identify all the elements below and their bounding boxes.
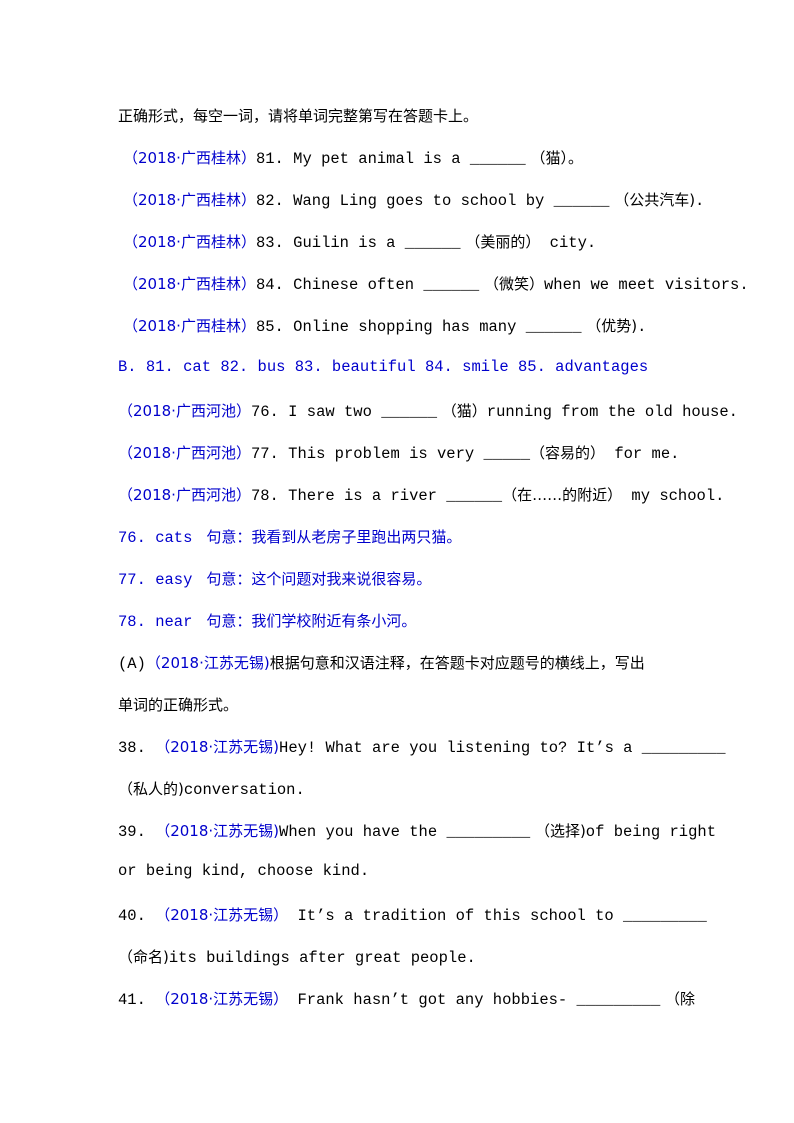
text-segment: 句意：这个问题对我来说很容易。 (206, 570, 432, 588)
text-line-wuxi-41: 41. （2018·江苏无锡） Frank hasn’t got any hob… (118, 988, 695, 1009)
text-segment: （选择) (530, 822, 586, 840)
text-segment: 84. Chinese often (255, 276, 424, 294)
text-segment: （2018·广西桂林） (123, 233, 256, 251)
text-line-guilin-84: （2018·广西桂林）84. Chinese often ______ （微笑）… (123, 273, 749, 294)
text-segment: city. (540, 234, 597, 252)
text-segment: 根据句意和汉语注释，在答题卡对应题号的横线上，写出 (269, 654, 645, 672)
text-segment: （2018·广西桂林） (123, 317, 256, 335)
answer-blank: ______ (446, 487, 503, 505)
text-segment: or being kind, choose kind. (118, 862, 370, 880)
text-segment: 39. (118, 823, 156, 841)
answer-blank: _________ (623, 907, 707, 925)
text-line-wuxi-40-cont: （命名)its buildings after great people. (118, 946, 476, 967)
text-segment: 正确形式，每空一词，请将单词完整第写在答题卡上。 (118, 107, 479, 125)
text-segment: （在……的附近） (502, 486, 623, 504)
text-line-guilin-answers: B. 81. cat 82. bus 83. beautiful 84. smi… (118, 358, 648, 376)
text-segment: （2018·广西河池） (118, 486, 251, 504)
text-segment: 41. (118, 991, 156, 1009)
text-segment: （2018·江苏无锡) (155, 738, 280, 756)
text-segment: 78. There is a river (250, 487, 447, 505)
text-segment: （美丽的） (460, 233, 541, 251)
text-segment: 76. I saw two (250, 403, 382, 421)
answer-blank: ______ (381, 403, 437, 421)
text-segment: Frank hasn’t got any hobbies- (288, 991, 577, 1009)
text-line-hechi-explain-78: 78. near 句意：我们学校附近有条小河。 (118, 610, 416, 631)
text-segment: （2018·江苏无锡） (155, 906, 289, 924)
text-segment: 85. Online shopping has many (255, 318, 526, 336)
text-segment: conversation. (183, 781, 305, 799)
text-segment: of being right (585, 823, 717, 841)
text-segment: （除 (660, 990, 696, 1008)
text-segment: 76. cats (118, 529, 193, 547)
answer-blank: _____ (483, 445, 531, 463)
text-segment: . (637, 318, 647, 336)
text-line-hechi-77: （2018·广西河池）77. This problem is very ____… (118, 442, 679, 463)
text-segment: 句意：我们学校附近有条小河。 (206, 612, 417, 630)
text-segment: （2018·江苏无锡) (145, 654, 270, 672)
answer-blank: _________ (641, 739, 726, 757)
text-segment: 38. (118, 739, 156, 757)
text-segment: （容易的） (530, 444, 606, 462)
text-line-hechi-78: （2018·广西河池）78. There is a river ______（在… (118, 484, 724, 505)
text-segment: B. 81. cat 82. bus 83. beautiful 84. smi… (118, 358, 649, 376)
text-segment: when we meet visitors. (543, 276, 749, 294)
text-segment: 句意：我看到从老房子里跑出两只猫。 (206, 528, 462, 546)
text-segment: my school. (622, 487, 725, 505)
text-segment: 单词的正确形式。 (118, 696, 239, 714)
text-line-guilin-85: （2018·广西桂林）85. Online shopping has many … (123, 315, 646, 336)
answer-blank: ______ (469, 150, 526, 168)
text-line-hechi-explain-77: 77. easy 句意：这个问题对我来说很容易。 (118, 568, 431, 589)
text-line-wuxi-38: 38. （2018·江苏无锡)Hey! What are you listeni… (118, 736, 726, 757)
answer-blank: ______ (404, 234, 461, 252)
text-segment: 77. easy (118, 571, 193, 589)
text-segment: . (695, 192, 705, 210)
text-segment: （2018·广西桂林） (123, 191, 256, 209)
text-line-wuxi-section-a-heading-cont: 单词的正确形式。 (118, 694, 238, 715)
text-segment: （私人的) (118, 780, 184, 798)
text-segment: （微笑） (479, 275, 544, 293)
text-segment: （命名) (118, 948, 169, 966)
text-segment: for me. (605, 445, 680, 463)
text-segment: Hey! What are you listening to? It’s a (279, 739, 642, 757)
text-segment: its buildings after great people. (168, 949, 476, 967)
text-segment: 77. This problem is very (250, 445, 484, 463)
document-page: 正确形式，每空一词，请将单词完整第写在答题卡上。 （2018·广西桂林）81. M… (0, 0, 794, 1123)
text-line-wuxi-40: 40. （2018·江苏无锡） It’s a tradition of this… (118, 904, 707, 925)
text-line-hechi-explain-76: 76. cats 句意：我看到从老房子里跑出两只猫。 (118, 526, 461, 547)
answer-blank: ______ (423, 276, 480, 294)
text-segment: It’s a tradition of this school to (288, 907, 624, 925)
text-segment: （2018·广西河池） (118, 402, 251, 420)
text-line-wuxi-39-cont: or being kind, choose kind. (118, 862, 369, 880)
text-line-wuxi-section-a-heading: (A)（2018·江苏无锡)根据句意和汉语注释，在答题卡对应题号的横线上，写出 (118, 652, 645, 673)
answer-blank: ______ (553, 192, 610, 210)
text-segment: 40. (118, 907, 156, 925)
text-segment: （优势) (581, 317, 638, 335)
text-segment: （2018·广西桂林） (123, 149, 256, 167)
text-segment: （公共汽车) (609, 191, 696, 209)
text-segment: （猫）。 (525, 149, 583, 167)
text-segment: 82. Wang Ling goes to school by (255, 192, 554, 210)
text-segment: （2018·江苏无锡） (155, 990, 289, 1008)
text-segment: 81. My pet animal is a (255, 150, 470, 168)
text-segment: （2018·广西桂林） (123, 275, 256, 293)
text-line-intro-instruction: 正确形式，每空一词，请将单词完整第写在答题卡上。 (118, 105, 478, 126)
text-segment: 78. near (118, 613, 193, 631)
text-segment: 83. Guilin is a (255, 234, 405, 252)
text-line-guilin-81: （2018·广西桂林）81. My pet animal is a ______… (123, 147, 583, 168)
text-line-guilin-82: （2018·广西桂林）82. Wang Ling goes to school … (123, 189, 704, 210)
answer-blank: _________ (576, 991, 661, 1009)
answer-blank: ______ (525, 318, 582, 336)
text-segment: When you have the (279, 823, 447, 841)
text-line-wuxi-39: 39. （2018·江苏无锡)When you have the _______… (118, 820, 716, 841)
text-segment: （2018·广西河池） (118, 444, 251, 462)
text-segment: （猫） (437, 402, 487, 420)
text-segment: （2018·江苏无锡) (155, 822, 280, 840)
text-line-guilin-83: （2018·广西桂林）83. Guilin is a ______ （美丽的） … (123, 231, 596, 252)
answer-blank: _________ (446, 823, 531, 841)
text-segment: running from the old house. (486, 403, 738, 421)
text-line-hechi-76: （2018·广西河池）76. I saw two ______ （猫）runni… (118, 400, 738, 421)
text-line-wuxi-38-cont: （私人的)conversation. (118, 778, 305, 799)
text-segment: (A) (118, 655, 146, 673)
